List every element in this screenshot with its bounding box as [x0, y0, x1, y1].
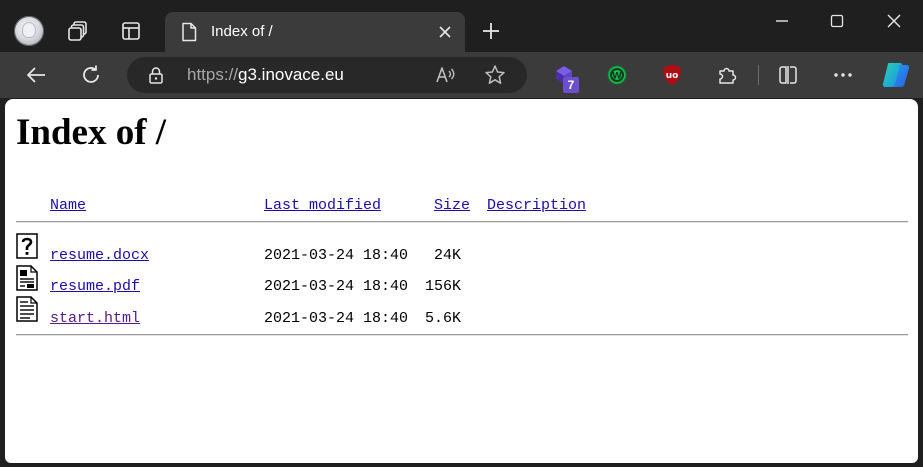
extension-badge-count: 7 — [563, 77, 579, 93]
layout-file-icon — [16, 265, 38, 291]
sort-by-name-link[interactable]: Name — [50, 197, 86, 215]
back-arrow-icon[interactable] — [23, 62, 49, 88]
profile-avatar[interactable] — [14, 16, 44, 46]
read-aloud-icon[interactable] — [435, 64, 457, 86]
copilot-icon[interactable] — [880, 60, 912, 90]
text-file-icon — [16, 296, 38, 322]
extension-green-icon[interactable]: W — [604, 62, 630, 88]
file-modified: 2021-03-24 18:40 — [264, 310, 409, 327]
page-document-icon — [182, 22, 197, 42]
vertical-tabs-icon[interactable] — [119, 19, 143, 43]
file-size: 24K — [434, 247, 462, 264]
url-text[interactable]: https://g3.inovace.eu — [187, 65, 344, 85]
url-host: g3.inovace.eu — [238, 65, 344, 84]
page-viewport: Index of / Name Last modified Size Descr… — [5, 99, 918, 463]
toolbar-separator — [758, 65, 759, 85]
browser-window: Index of / https://g3.inovace.eu W uo 7 … — [0, 0, 923, 467]
file-size: 156K — [425, 278, 462, 295]
footer-divider — [16, 334, 908, 336]
sort-by-description-link[interactable]: Description — [487, 197, 586, 215]
close-window-icon[interactable] — [879, 8, 909, 34]
file-size: 5.6K — [425, 310, 462, 327]
file-link[interactable]: resume.pdf — [50, 278, 140, 296]
plus-icon[interactable] — [478, 18, 504, 44]
workspaces-icon[interactable] — [66, 19, 90, 43]
header-divider — [16, 221, 908, 223]
address-bar[interactable]: https://g3.inovace.eu — [127, 57, 527, 93]
refresh-icon[interactable] — [78, 62, 104, 88]
active-tab[interactable]: Index of / — [165, 12, 465, 54]
url-scheme: https:// — [187, 65, 239, 84]
file-link[interactable]: resume.docx — [50, 247, 149, 265]
lock-icon[interactable] — [147, 66, 165, 84]
file-modified: 2021-03-24 18:40 — [264, 247, 409, 264]
extensions-puzzle-icon[interactable] — [714, 62, 740, 88]
svg-text:uo: uo — [666, 71, 679, 81]
sort-by-last-modified-link[interactable]: Last modified — [264, 197, 381, 215]
close-icon[interactable] — [435, 22, 455, 42]
file-modified: 2021-03-24 18:40 — [264, 278, 409, 295]
svg-text:W: W — [612, 72, 622, 82]
maximize-icon[interactable] — [822, 8, 852, 34]
sort-by-size-link[interactable]: Size — [434, 197, 470, 215]
more-icon[interactable] — [830, 62, 856, 88]
tab-title: Index of / — [211, 23, 273, 40]
minimize-icon[interactable] — [767, 8, 797, 34]
star-icon[interactable] — [484, 64, 506, 86]
split-screen-icon[interactable] — [775, 62, 801, 88]
unknown-file-icon — [16, 233, 38, 259]
ublock-shield-icon[interactable]: uo — [659, 62, 685, 88]
file-link[interactable]: start.html — [50, 310, 140, 328]
navigation-toolbar: https://g3.inovace.eu W uo — [0, 52, 923, 98]
page-title: Index of / — [16, 112, 167, 153]
title-bar: Index of / — [0, 0, 923, 54]
